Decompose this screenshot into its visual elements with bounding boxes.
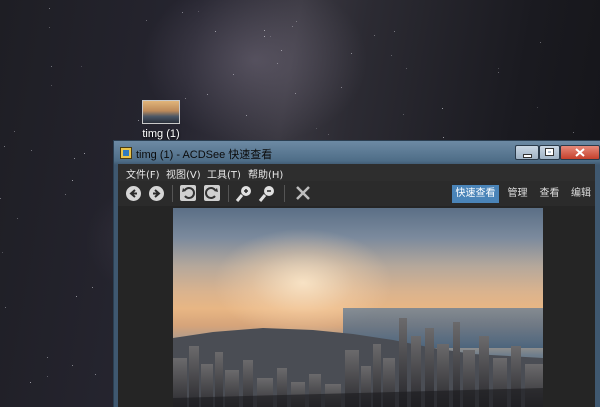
star <box>51 85 52 86</box>
menu-view[interactable]: 视图(V) <box>166 166 201 181</box>
star <box>49 27 50 28</box>
tab-view[interactable]: 查看 <box>537 185 562 203</box>
star <box>95 374 96 375</box>
star <box>74 158 75 159</box>
photo-city-skyline <box>173 318 543 407</box>
acdsee-window: timg (1) - ACDSee 快速查看 文件(F) 视图(V) 工具(T)… <box>113 140 600 407</box>
titlebar[interactable]: timg (1) - ACDSee 快速查看 <box>114 141 600 163</box>
acdsee-app-icon <box>120 147 132 159</box>
toolbar: 快速查看 管理 查看 编辑 <box>118 181 595 206</box>
displayed-photo <box>173 208 543 407</box>
zoom-out-button[interactable] <box>258 184 277 203</box>
star <box>406 68 407 69</box>
star <box>328 134 329 135</box>
star <box>0 198 1 199</box>
arrow-right-icon <box>153 189 161 198</box>
star <box>246 115 247 116</box>
star <box>394 31 395 32</box>
rotate-right-icon <box>205 187 218 199</box>
star <box>351 53 352 54</box>
star <box>17 218 18 219</box>
star <box>443 137 444 138</box>
star <box>5 307 6 308</box>
toolbar-separator <box>284 185 285 202</box>
star <box>198 11 199 12</box>
star <box>264 30 265 31</box>
star <box>215 31 216 32</box>
zoom-out-icon <box>258 186 274 202</box>
close-x-icon <box>296 186 310 200</box>
star <box>391 55 392 56</box>
zoom-in-icon <box>235 186 251 202</box>
desktop: timg (1) timg (1) - ACDSee 快速查看 文件(F) 视图… <box>0 0 600 407</box>
minimize-button[interactable] <box>515 145 539 160</box>
star <box>442 108 443 109</box>
close-button[interactable] <box>560 145 600 160</box>
delete-button[interactable] <box>294 184 312 202</box>
tab-manage[interactable]: 管理 <box>505 185 530 203</box>
toolbar-separator <box>228 185 229 202</box>
star <box>47 376 48 377</box>
star <box>281 50 282 51</box>
desktop-icon-label: timg (1) <box>142 128 180 140</box>
desktop-icon-timg[interactable]: timg (1) <box>136 100 186 140</box>
toolbar-separator <box>172 185 173 202</box>
menu-tools[interactable]: 工具(T) <box>207 166 241 181</box>
star <box>498 72 499 73</box>
star <box>31 150 32 151</box>
forward-button[interactable] <box>149 186 164 201</box>
maximize-icon <box>545 148 554 156</box>
star <box>146 20 147 21</box>
rotate-right-button[interactable] <box>204 185 220 201</box>
star <box>51 66 52 67</box>
star <box>84 153 85 154</box>
star <box>295 93 296 94</box>
image-thumbnail-icon <box>142 100 180 124</box>
star <box>403 114 404 115</box>
menu-help[interactable]: 帮助(H) <box>248 166 283 181</box>
star <box>270 36 271 37</box>
star <box>374 35 375 36</box>
star <box>92 287 93 288</box>
minimize-icon <box>522 154 532 158</box>
star <box>341 87 342 88</box>
star <box>182 12 183 13</box>
menu-file[interactable]: 文件(F) <box>126 166 160 181</box>
star <box>72 180 73 181</box>
star <box>65 194 66 195</box>
star <box>292 26 293 27</box>
star <box>185 98 186 99</box>
back-button[interactable] <box>126 186 141 201</box>
star <box>81 66 82 67</box>
star <box>72 365 73 366</box>
star <box>498 68 499 69</box>
star <box>540 42 541 43</box>
star <box>277 63 278 64</box>
close-icon <box>575 148 585 157</box>
star <box>207 94 208 95</box>
star <box>2 252 3 253</box>
star <box>264 36 265 37</box>
star <box>573 132 574 133</box>
arrow-left-icon <box>129 189 137 198</box>
star <box>30 382 31 383</box>
star <box>14 131 15 132</box>
window-title: timg (1) - ACDSee 快速查看 <box>136 149 273 161</box>
menu-bar: 文件(F) 视图(V) 工具(T) 帮助(H) <box>118 164 595 181</box>
rotate-left-button[interactable] <box>180 185 196 201</box>
zoom-in-button[interactable] <box>235 184 254 203</box>
tab-quick-view[interactable]: 快速查看 <box>452 185 499 203</box>
rotate-left-icon <box>182 187 195 199</box>
star <box>233 74 234 75</box>
tab-edit[interactable]: 编辑 <box>569 185 593 203</box>
star <box>296 21 297 22</box>
star <box>537 107 538 108</box>
star <box>4 146 5 147</box>
star <box>76 296 77 297</box>
star <box>47 357 48 358</box>
maximize-button[interactable] <box>539 145 560 160</box>
star <box>49 8 50 9</box>
star <box>316 128 317 129</box>
image-viewer[interactable] <box>118 206 595 407</box>
